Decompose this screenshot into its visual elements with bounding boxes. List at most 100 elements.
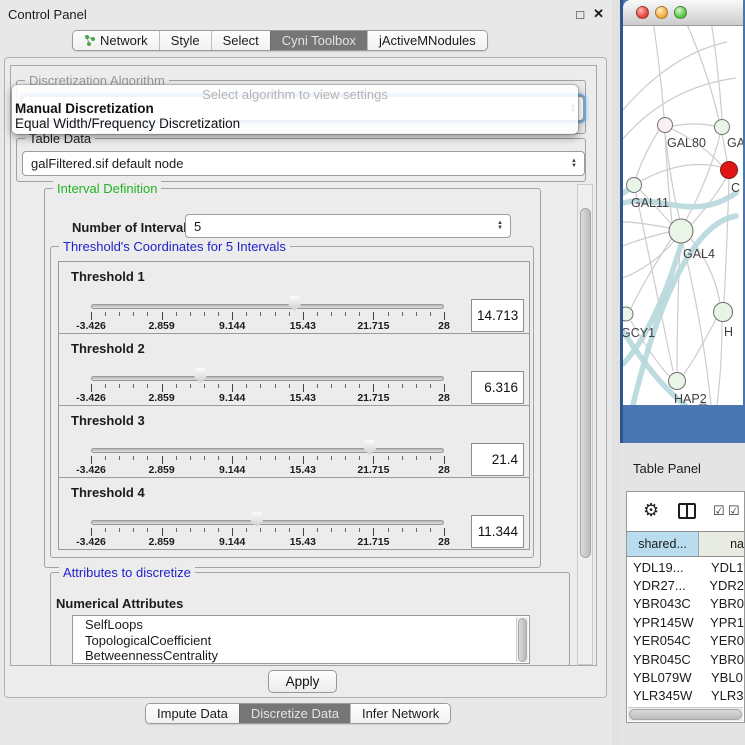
- network-node-GCY1[interactable]: [623, 307, 633, 321]
- cell-name[interactable]: YDL1: [706, 560, 744, 575]
- network-edge[interactable]: [623, 222, 669, 228]
- network-edge[interactable]: [683, 244, 711, 405]
- num-intervals-combobox[interactable]: 5 ▲▼: [185, 214, 511, 238]
- group-title: Interval Definition: [53, 181, 161, 196]
- node-table: ⚙ ☑ ☑ shared... na YDL19...YDL1YDR27...Y…: [626, 491, 745, 723]
- scrollbar-thumb[interactable]: [629, 709, 742, 720]
- slider-track[interactable]: [91, 376, 444, 381]
- tab-label: Discretize Data: [251, 706, 339, 721]
- dropdown-item-equal-width[interactable]: Equal Width/Frequency Discretization: [12, 117, 578, 132]
- panel-divider[interactable]: [612, 0, 620, 745]
- list-scrollbar[interactable]: [516, 617, 528, 662]
- network-node-GAL80[interactable]: [658, 118, 673, 133]
- network-edge[interactable]: [636, 130, 659, 178]
- node-label-GAL11: GAL11: [631, 196, 669, 210]
- node-label-HAP2: HAP2: [674, 392, 707, 405]
- tab-cyni-toolbox[interactable]: Cyni Toolbox: [270, 31, 367, 50]
- cell-name[interactable]: YBR0: [705, 652, 744, 667]
- attribute-list-item[interactable]: BetweennessCentrality: [85, 648, 529, 664]
- tab-network[interactable]: Network: [73, 31, 159, 50]
- table-row[interactable]: YER054CYER0: [627, 632, 744, 650]
- network-window-titlebar[interactable]: [623, 0, 743, 26]
- network-node-GAL4[interactable]: [669, 219, 693, 243]
- combo-stepper-icon: ▲▼: [497, 221, 503, 231]
- cell-shared-name[interactable]: YDR27...: [627, 578, 704, 593]
- network-window-frame: GAL80GACGAL11GAL4GCY1HHAP2: [620, 0, 745, 443]
- numerical-attributes-list[interactable]: SelfLoopsTopologicalCoefficientBetweenne…: [72, 615, 530, 664]
- network-node-H[interactable]: [714, 303, 733, 322]
- cell-shared-name[interactable]: YDL19...: [627, 560, 706, 575]
- threshold-3-panel: Threshold 3 -3.4262.8599.14415.4321.7152…: [58, 405, 530, 478]
- cell-shared-name[interactable]: YBL079W: [627, 670, 706, 685]
- table-row[interactable]: YLR345WYLR3: [627, 687, 744, 705]
- table-row[interactable]: YBR043CYBR0: [627, 595, 744, 613]
- cell-shared-name[interactable]: YPR145W: [627, 615, 705, 630]
- zoom-traffic-light[interactable]: [674, 6, 687, 19]
- cell-name[interactable]: YLR3: [706, 688, 744, 703]
- network-edge[interactable]: [653, 26, 664, 117]
- tab-style[interactable]: Style: [159, 31, 211, 50]
- threshold-value-input[interactable]: [471, 443, 524, 476]
- network-node-C[interactable]: [721, 162, 738, 179]
- threshold-value-input[interactable]: [471, 515, 524, 548]
- network-edge[interactable]: [623, 42, 727, 110]
- network-edge[interactable]: [673, 124, 714, 126]
- tab-impute-data[interactable]: Impute Data: [146, 704, 239, 723]
- cell-name[interactable]: YBR0: [705, 596, 744, 611]
- gear-icon[interactable]: ⚙: [643, 500, 659, 521]
- table-row[interactable]: YBR045CYBR0: [627, 650, 744, 668]
- threshold-value-input[interactable]: [471, 299, 524, 332]
- tab-infer-network[interactable]: Infer Network: [350, 704, 450, 723]
- network-edge[interactable]: [683, 319, 716, 375]
- apply-button[interactable]: Apply: [268, 670, 337, 693]
- column-header-name[interactable]: na: [699, 532, 744, 556]
- network-edge[interactable]: [711, 26, 722, 119]
- minimize-traffic-light[interactable]: [655, 6, 668, 19]
- tab-select[interactable]: Select: [211, 31, 270, 50]
- network-node-GA[interactable]: [715, 120, 730, 135]
- slider-track[interactable]: [91, 304, 444, 309]
- attribute-list-item[interactable]: SelfLoops: [85, 617, 529, 633]
- table-h-scrollbar[interactable]: [628, 707, 743, 721]
- cell-shared-name[interactable]: YLR345W: [627, 688, 706, 703]
- cell-name[interactable]: YER0: [705, 633, 744, 648]
- network-node-HAP2[interactable]: [669, 373, 686, 390]
- slider-track[interactable]: [91, 520, 444, 525]
- cell-name[interactable]: YPR1: [705, 615, 744, 630]
- network-edge[interactable]: [641, 164, 721, 181]
- attribute-list-item[interactable]: TopologicalCoefficient: [85, 633, 529, 649]
- dropdown-item-manual[interactable]: Manual Discretization: [12, 102, 578, 117]
- table-row[interactable]: YPR145WYPR1: [627, 613, 744, 631]
- table-row[interactable]: YDR27...YDR2: [627, 576, 744, 594]
- tab-discretize-data[interactable]: Discretize Data: [239, 704, 350, 723]
- float-window-icon[interactable]: □: [576, 7, 584, 22]
- cell-name[interactable]: YDR2: [704, 578, 744, 593]
- tab-label: Cyni Toolbox: [282, 33, 356, 48]
- tab-jactivemnodules[interactable]: jActiveMNodules: [367, 31, 487, 50]
- cell-shared-name[interactable]: YBR043C: [627, 596, 705, 611]
- close-traffic-light[interactable]: [636, 6, 649, 19]
- network-node-GAL11[interactable]: [627, 178, 642, 193]
- content-scrollbar[interactable]: [577, 184, 593, 665]
- table-row[interactable]: YBL079WYBL0: [627, 668, 744, 686]
- slider-track[interactable]: [91, 448, 444, 453]
- cell-shared-name[interactable]: YBR045C: [627, 652, 705, 667]
- table-row[interactable]: YDL19...YDL1: [627, 558, 744, 576]
- slider-tick-labels: -3.4262.8599.14415.4321.71528: [91, 320, 444, 332]
- checkbox-icon[interactable]: ☑: [728, 503, 740, 519]
- column-header-shared[interactable]: shared...: [627, 532, 699, 556]
- scrollbar-thumb[interactable]: [580, 208, 591, 558]
- table-data-combobox[interactable]: galFiltered.sif default node ▲▼: [22, 151, 585, 176]
- tab-label: jActiveMNodules: [379, 33, 476, 48]
- threshold-label: Threshold 2: [71, 341, 145, 356]
- threshold-value-input[interactable]: [471, 371, 524, 404]
- network-edge[interactable]: [717, 322, 722, 405]
- node-label-GAL4: GAL4: [683, 247, 715, 261]
- node-label-H: H: [724, 325, 733, 339]
- cell-shared-name[interactable]: YER054C: [627, 633, 705, 648]
- checkbox-icon[interactable]: ☑: [713, 503, 725, 519]
- split-pane-icon[interactable]: [678, 503, 696, 519]
- cell-name[interactable]: YBL0: [706, 670, 744, 685]
- close-icon[interactable]: ✕: [593, 6, 604, 22]
- network-canvas[interactable]: GAL80GACGAL11GAL4GCY1HHAP2: [623, 26, 743, 405]
